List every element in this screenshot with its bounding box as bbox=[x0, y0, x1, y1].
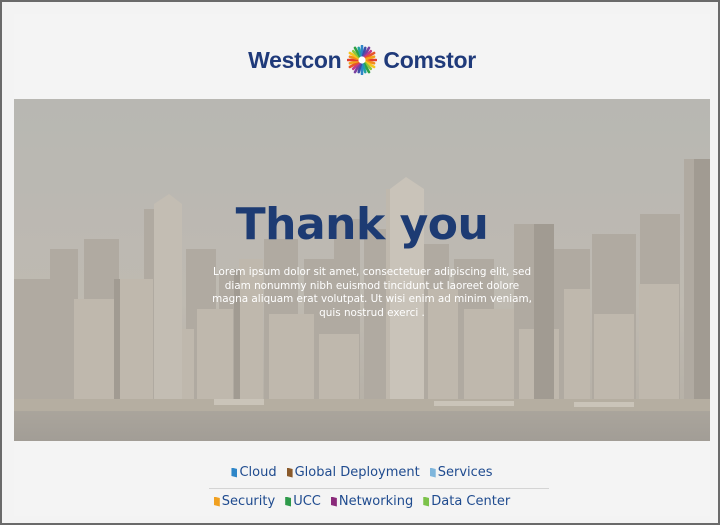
tag-label: Services bbox=[437, 465, 493, 480]
tag-marker-icon bbox=[286, 467, 293, 478]
brand-logo[interactable]: Westcon Comstor bbox=[14, 42, 710, 78]
tag-label: Global Deployment bbox=[294, 465, 420, 480]
brand-name-westcon: Westcon bbox=[248, 46, 342, 73]
footer-divider bbox=[209, 488, 549, 489]
tag-cloud[interactable]: Cloud bbox=[231, 465, 277, 480]
footer: Cloud Global Deployment Services Securit… bbox=[14, 441, 710, 516]
tag-label: UCC bbox=[293, 494, 321, 509]
tag-label: Data Center bbox=[431, 494, 511, 509]
tag-global-deployment[interactable]: Global Deployment bbox=[286, 465, 420, 480]
tag-marker-icon bbox=[231, 467, 238, 478]
tag-label: Networking bbox=[338, 494, 414, 509]
tag-ucc[interactable]: UCC bbox=[285, 494, 321, 509]
starburst-icon bbox=[347, 45, 378, 75]
tag-marker-icon bbox=[330, 496, 337, 507]
tag-row-secondary: Security UCC Networking Data Center bbox=[14, 494, 710, 509]
starburst-center bbox=[358, 56, 367, 64]
tag-marker-icon bbox=[423, 496, 430, 507]
tag-label: Cloud bbox=[239, 465, 277, 480]
tag-row-primary: Cloud Global Deployment Services bbox=[14, 465, 710, 480]
tag-marker-icon bbox=[429, 467, 436, 478]
tag-label: Security bbox=[221, 494, 276, 509]
header: Westcon Comstor bbox=[14, 14, 710, 99]
tag-marker-icon bbox=[285, 496, 292, 507]
tag-marker-icon bbox=[213, 496, 220, 507]
tag-data-center[interactable]: Data Center bbox=[423, 494, 510, 509]
hero-body-text: Lorem ipsum dolor sit amet, consectetuer… bbox=[212, 266, 532, 319]
hero-title: Thank you bbox=[235, 199, 489, 250]
brand-name-comstor: Comstor bbox=[383, 46, 476, 73]
tag-networking[interactable]: Networking bbox=[330, 494, 414, 509]
hero-banner: Thank you Lorem ipsum dolor sit amet, co… bbox=[14, 99, 710, 441]
tag-security[interactable]: Security bbox=[213, 494, 276, 509]
page-frame: Westcon Comstor Thank you Lorem ipsum do… bbox=[0, 0, 720, 525]
tag-services[interactable]: Services bbox=[429, 465, 493, 480]
